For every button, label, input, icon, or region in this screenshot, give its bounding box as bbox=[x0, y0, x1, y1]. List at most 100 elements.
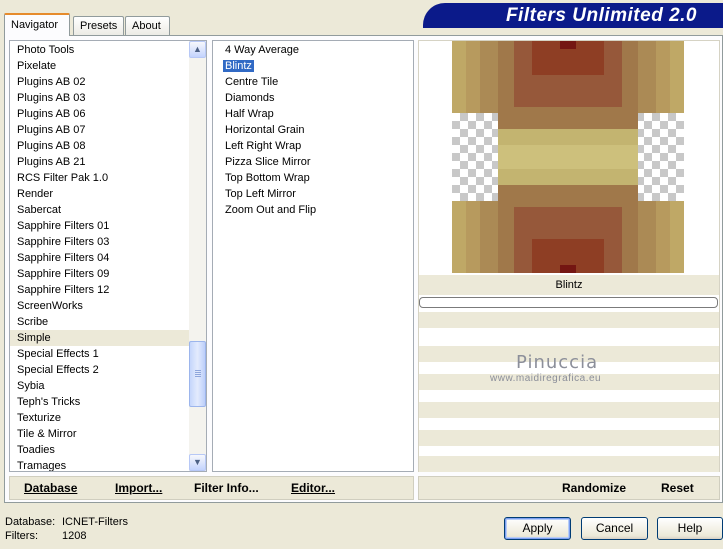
filter-label: Top Left Mirror bbox=[225, 188, 296, 200]
category-list-item[interactable]: Scribe bbox=[10, 314, 206, 330]
reset-link[interactable]: Reset bbox=[661, 481, 694, 495]
category-list-item[interactable]: Sapphire Filters 03 bbox=[10, 234, 206, 250]
scroll-thumb[interactable] bbox=[189, 341, 206, 407]
category-label: Special Effects 1 bbox=[17, 348, 99, 360]
apply-button[interactable]: Apply bbox=[504, 517, 571, 540]
category-label: Teph's Tricks bbox=[17, 396, 81, 408]
category-list-item[interactable]: Plugins AB 21 bbox=[10, 154, 206, 170]
category-label: Sapphire Filters 09 bbox=[17, 268, 110, 280]
category-list-item[interactable]: Sabercat bbox=[10, 202, 206, 218]
filter-list[interactable]: 4 Way Average Blintz Centre Tile Diamonds Ha… bbox=[212, 40, 414, 472]
category-list-item[interactable]: Teph's Tricks bbox=[10, 394, 206, 410]
right-action-bar: Randomize Reset bbox=[418, 476, 720, 500]
filter-preview-image bbox=[452, 41, 684, 273]
category-label: Tramages bbox=[17, 460, 67, 472]
scroll-down-button[interactable]: ▼ bbox=[189, 454, 206, 471]
category-label: Plugins AB 08 bbox=[17, 140, 86, 152]
database-status-value: ICNET-Filters bbox=[62, 516, 128, 528]
category-label: Sabercat bbox=[17, 204, 62, 216]
filter-list-item[interactable]: Centre Tile bbox=[213, 74, 413, 90]
category-label: Photo Tools bbox=[17, 44, 75, 56]
filter-label: Top Bottom Wrap bbox=[225, 172, 310, 184]
filter-list-item[interactable]: Horizontal Grain bbox=[213, 122, 413, 138]
filter-label: Diamonds bbox=[225, 92, 275, 104]
category-label: Special Effects 2 bbox=[17, 364, 99, 376]
category-label: Sapphire Filters 12 bbox=[17, 284, 110, 296]
category-label: Sybia bbox=[17, 380, 45, 392]
category-list-item[interactable]: Tile & Mirror bbox=[10, 426, 206, 442]
category-list-item[interactable]: RCS Filter Pak 1.0 bbox=[10, 170, 206, 186]
category-list-item[interactable]: Sybia bbox=[10, 378, 206, 394]
cancel-button[interactable]: Cancel bbox=[581, 517, 648, 540]
category-list[interactable]: Photo Tools Pixelate Plugins AB 02 Plugins … bbox=[9, 40, 207, 472]
category-list-item[interactable]: Sapphire Filters 09 bbox=[10, 266, 206, 282]
filter-label: Pizza Slice Mirror bbox=[225, 156, 311, 168]
editor-link[interactable]: Editor... bbox=[291, 481, 335, 495]
category-list-item[interactable]: Plugins AB 02 bbox=[10, 74, 206, 90]
parameter-row bbox=[419, 312, 719, 328]
tab-presets[interactable]: Presets bbox=[73, 16, 124, 35]
filter-label: Blintz bbox=[223, 60, 254, 72]
progress-bar bbox=[419, 297, 718, 308]
filter-list-item[interactable]: Diamonds bbox=[213, 90, 413, 106]
filter-info-link[interactable]: Filter Info... bbox=[194, 481, 259, 495]
filter-list-item[interactable]: Top Left Mirror bbox=[213, 186, 413, 202]
category-list-item[interactable]: Simple bbox=[10, 330, 206, 346]
category-list-item[interactable]: Photo Tools bbox=[10, 42, 206, 58]
watermark: Pinuccia www.maidiregrafica.eu bbox=[490, 352, 720, 384]
category-label: Render bbox=[17, 188, 54, 200]
category-label: Pixelate bbox=[17, 60, 57, 72]
database-status-label: Database: bbox=[5, 516, 56, 528]
category-list-item[interactable]: Pixelate bbox=[10, 58, 206, 74]
filter-label: Half Wrap bbox=[225, 108, 274, 120]
randomize-link[interactable]: Randomize bbox=[562, 481, 626, 495]
category-list-item[interactable]: Special Effects 1 bbox=[10, 346, 206, 362]
category-list-item[interactable]: Tramages bbox=[10, 458, 206, 472]
parameter-row bbox=[419, 456, 719, 472]
category-scrollbar[interactable]: ▲ ▼ bbox=[189, 41, 206, 471]
category-label: Simple bbox=[17, 332, 51, 344]
app-banner-title: Filters Unlimited 2.0 bbox=[423, 3, 723, 28]
category-label: RCS Filter Pak 1.0 bbox=[17, 172, 109, 184]
filter-label: Zoom Out and Flip bbox=[225, 204, 317, 216]
filter-list-item[interactable]: Blintz bbox=[213, 58, 413, 74]
category-label: Scribe bbox=[17, 316, 49, 328]
database-link[interactable]: Database bbox=[24, 481, 77, 495]
category-list-item[interactable]: Plugins AB 08 bbox=[10, 138, 206, 154]
category-label: Sapphire Filters 03 bbox=[17, 236, 110, 248]
category-label: Sapphire Filters 01 bbox=[17, 220, 110, 232]
filter-list-item[interactable]: Left Right Wrap bbox=[213, 138, 413, 154]
category-label: Tile & Mirror bbox=[17, 428, 77, 440]
parameter-row bbox=[419, 430, 719, 446]
filter-label: Horizontal Grain bbox=[225, 124, 305, 136]
category-list-item[interactable]: Render bbox=[10, 186, 206, 202]
scroll-up-button[interactable]: ▲ bbox=[189, 41, 206, 58]
tab-about[interactable]: About bbox=[125, 16, 170, 35]
filter-list-item[interactable]: Top Bottom Wrap bbox=[213, 170, 413, 186]
category-list-item[interactable]: Texturize bbox=[10, 410, 206, 426]
category-list-item[interactable]: Special Effects 2 bbox=[10, 362, 206, 378]
filter-label: 4 Way Average bbox=[225, 44, 299, 56]
filter-list-item[interactable]: 4 Way Average bbox=[213, 42, 413, 58]
category-list-item[interactable]: Sapphire Filters 12 bbox=[10, 282, 206, 298]
tab-navigator[interactable]: Navigator bbox=[4, 13, 70, 36]
category-list-item[interactable]: Plugins AB 07 bbox=[10, 122, 206, 138]
help-button[interactable]: Help bbox=[657, 517, 723, 540]
category-list-item[interactable]: ScreenWorks bbox=[10, 298, 206, 314]
category-list-item[interactable]: Sapphire Filters 04 bbox=[10, 250, 206, 266]
category-list-item[interactable]: Toadies bbox=[10, 442, 206, 458]
watermark-url: www.maidiregrafica.eu bbox=[490, 373, 602, 384]
category-list-item[interactable]: Plugins AB 03 bbox=[10, 90, 206, 106]
category-list-item[interactable]: Sapphire Filters 01 bbox=[10, 218, 206, 234]
category-label: Plugins AB 07 bbox=[17, 124, 86, 136]
filter-list-item[interactable]: Pizza Slice Mirror bbox=[213, 154, 413, 170]
category-label: Plugins AB 06 bbox=[17, 108, 86, 120]
category-list-item[interactable]: Plugins AB 06 bbox=[10, 106, 206, 122]
filter-list-item[interactable]: Zoom Out and Flip bbox=[213, 202, 413, 218]
filter-list-item[interactable]: Half Wrap bbox=[213, 106, 413, 122]
category-label: Toadies bbox=[17, 444, 55, 456]
import-link[interactable]: Import... bbox=[115, 481, 162, 495]
category-label: Sapphire Filters 04 bbox=[17, 252, 110, 264]
filter-label: Left Right Wrap bbox=[225, 140, 302, 152]
category-label: Plugins AB 02 bbox=[17, 76, 86, 88]
